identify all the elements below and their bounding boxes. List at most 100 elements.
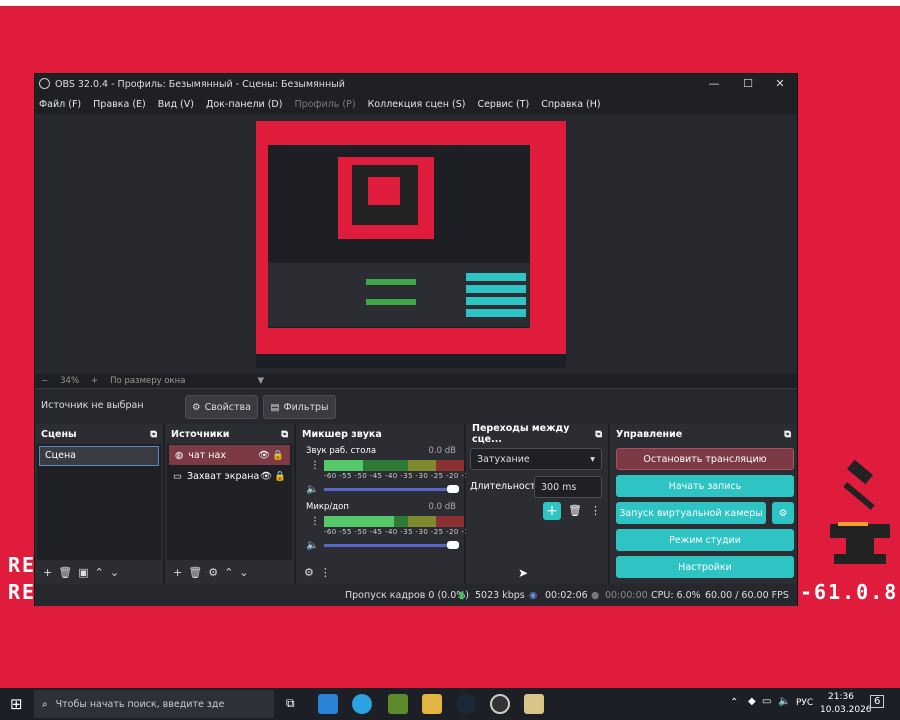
browser-icon: ◍ [175,449,184,461]
task-view-icon[interactable]: ⧉ [286,696,295,711]
more-icon[interactable]: ⋮ [590,504,601,517]
gear-icon[interactable]: ⚙ [304,566,314,579]
gear-icon[interactable]: ⚙ [208,566,218,579]
language-indicator[interactable]: РУС [796,698,813,708]
studio-mode-button[interactable]: Режим студии [616,529,794,551]
window-title: OBS 32.0.4 - Профиль: Безымянный - Сцены… [55,78,345,90]
mixer-toolbar: ⚙ ⋮ [296,560,464,584]
preview-area[interactable] [35,114,797,374]
zoom-in-button[interactable]: + [91,376,98,386]
speaker-icon[interactable]: 🔈 [306,540,318,551]
telegram-icon[interactable] [352,694,372,714]
menu-edit[interactable]: Правка (E) [93,99,146,110]
channel-db: 0.0 dB [428,502,456,512]
more-icon[interactable]: ⋮ [310,516,320,527]
preview-canvas[interactable] [256,121,566,368]
scenes-title: Сцены [41,428,77,440]
source-item[interactable]: ▭ Захват экрана 👁 🔒 [167,466,292,486]
search-box[interactable]: ⌕ Чтобы начать поиск, введите зде [34,690,274,718]
chevron-up-icon[interactable]: ⌃ [95,566,104,579]
undock-icon[interactable]: ⧉ [150,429,157,440]
menu-view[interactable]: Вид (V) [158,99,194,110]
trash-icon[interactable]: 🗑 [58,566,72,579]
sources-list: ◍ чат нах 👁 🔒 ▭ Захват экрана 👁 🔒 [167,444,292,560]
zoom-out-button[interactable]: − [41,376,48,386]
maximize-button[interactable]: ☐ [731,74,765,94]
nested-taskbar [256,354,566,368]
start-record-button[interactable]: Начать запись [616,475,794,497]
chevron-up-icon[interactable]: ⌃ [224,566,233,579]
windows-start-icon[interactable]: ⊞ [10,695,23,713]
eye-icon[interactable]: 👁 [260,471,272,482]
speaker-icon[interactable]: 🔈 [306,484,318,495]
more-icon[interactable]: ⋮ [310,460,320,471]
undock-icon[interactable]: ⧉ [595,429,602,440]
audio-mixer-panel: Микшер звука Звук раб. стола 0.0 dB ⋮ -6… [296,424,507,584]
menu-tools[interactable]: Сервис (T) [477,99,529,110]
volume-slider[interactable] [324,488,454,491]
menu-help[interactable]: Справка (H) [541,99,600,110]
zoom-value: 34% [60,376,80,386]
top-white-strip [0,0,900,6]
tray-chevron-icon[interactable]: ⌃ [730,697,738,708]
add-icon[interactable]: + [173,566,182,579]
app-icon[interactable] [524,694,544,714]
gear-icon: ⚙ [778,507,788,519]
volume-knob[interactable] [447,485,459,493]
mixer-title: Микшер звука [302,428,382,440]
source-item[interactable]: ◍ чат нах 👁 🔒 [169,445,290,465]
scenes-panel: Сцены ⧉ Сцена + 🗑 ▣ ⌃ ⌄ [35,424,165,584]
clock-date[interactable]: 10.03.2026 [820,705,872,715]
network-icon[interactable]: ▭ [762,696,771,707]
virtual-cam-button[interactable]: Запуск виртуальной камеры [616,502,766,524]
transition-select[interactable]: Затухание ▾ [470,448,602,470]
obs-logo-icon [39,78,50,89]
lock-icon[interactable]: 🔒 [272,450,284,461]
more-icon[interactable]: ⋮ [320,566,331,579]
filters-button[interactable]: ▤ Фильтры [263,395,336,419]
meter-level [324,516,394,527]
zoom-bar: − 34% + По размеру окна ▼ [35,374,797,388]
edge-icon[interactable] [318,694,338,714]
zoom-dropdown-icon[interactable]: ▼ [257,376,264,386]
undock-icon[interactable]: ⧉ [784,429,791,440]
minecraft-icon[interactable] [388,694,408,714]
duration-input[interactable]: 300 ms [534,476,602,498]
properties-button[interactable]: ⚙ Свойства [185,395,258,419]
clock-time[interactable]: 21:36 [828,692,854,702]
zoom-mode[interactable]: По размеру окна [110,376,185,386]
scene-item[interactable]: Сцена [39,446,159,466]
menu-scene-collection[interactable]: Коллекция сцен (S) [368,99,466,110]
volume-knob[interactable] [447,541,459,549]
menu-docks[interactable]: Док-панели (D) [206,99,282,110]
volume-slider[interactable] [324,544,454,547]
folder-icon[interactable] [422,694,442,714]
undock-icon[interactable]: ⧉ [281,429,288,440]
eye-icon[interactable]: 👁 [258,450,270,461]
steam-icon[interactable] [456,694,476,714]
add-icon[interactable]: + [43,566,52,579]
filter-icon[interactable]: ▣ [78,566,88,579]
trash-icon[interactable]: 🗑 [188,566,202,579]
menu-file[interactable]: Файл (F) [39,99,81,110]
chevron-down-icon[interactable]: ⌄ [110,566,119,579]
minimize-button[interactable]: — [697,74,731,94]
version-text: -61.0.8 [800,580,899,604]
virtual-cam-settings-button[interactable]: ⚙ [772,502,794,524]
menu-profile[interactable]: Профиль (P) [294,99,355,110]
chevron-down-icon[interactable]: ⌄ [239,566,248,579]
tray-app-icon[interactable]: ◆ [748,696,756,707]
channel-db: 0.0 dB [428,446,456,456]
bitrate: 5023 kbps [475,590,525,601]
lock-icon[interactable]: 🔒 [274,471,286,482]
notifications-icon[interactable]: 6 [870,695,885,708]
settings-button[interactable]: Настройки [616,556,794,578]
add-transition-button[interactable]: + [543,502,561,520]
title-bar[interactable]: OBS 32.0.4 - Профиль: Безымянный - Сцены… [35,74,797,94]
stop-stream-button[interactable]: Остановить трансляцию [616,448,794,470]
trash-icon[interactable]: 🗑 [568,504,582,517]
obs-taskbar-icon[interactable] [490,694,510,714]
sources-panel: Источники ⧉ ◍ чат нах 👁 🔒 ▭ Захват экрана… [165,424,296,584]
close-button[interactable]: ✕ [763,74,797,94]
volume-icon[interactable]: 🔈 [778,696,790,707]
